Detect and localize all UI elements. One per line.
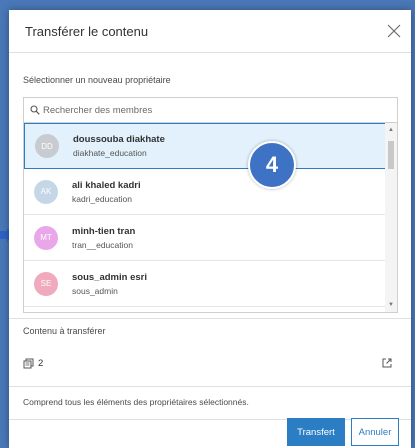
section-divider bbox=[9, 386, 411, 387]
list-scrollbar[interactable]: ▲ ▼ bbox=[385, 123, 397, 312]
section-divider bbox=[9, 318, 411, 319]
member-name: doussouba diakhate bbox=[73, 134, 165, 145]
member-info: sous_admin esri sous_admin bbox=[72, 272, 147, 296]
step-badge: 4 bbox=[248, 141, 296, 189]
member-info: doussouba diakhate diakhate_education bbox=[73, 134, 165, 158]
member-username: diakhate_education bbox=[73, 148, 147, 158]
member-row[interactable]: AK ali khaled kadri kadri_education bbox=[24, 169, 386, 215]
avatar: MT bbox=[34, 225, 58, 250]
cancel-button[interactable]: Annuler bbox=[351, 418, 399, 446]
scroll-thumb[interactable] bbox=[388, 141, 394, 169]
member-name: sous_admin esri bbox=[72, 271, 147, 283]
member-info: ali khaled kadri kadri_education bbox=[72, 180, 141, 204]
close-icon[interactable] bbox=[387, 24, 401, 38]
content-note: Comprend tous les éléments des propriéta… bbox=[23, 397, 249, 407]
dialog-title: Transférer le contenu bbox=[25, 23, 149, 39]
member-row[interactable]: SE sous_admin esri sous_admin bbox=[24, 261, 386, 307]
search-input[interactable] bbox=[43, 104, 383, 116]
avatar: DD bbox=[35, 134, 59, 158]
content-count: 2 bbox=[38, 357, 44, 369]
new-owner-label: Sélectionner un nouveau propriétaire bbox=[23, 75, 171, 85]
transfer-button[interactable]: Transfert bbox=[287, 418, 345, 446]
member-info: minh-tien tran tran__education bbox=[72, 226, 135, 250]
member-username: tran__education bbox=[72, 239, 133, 250]
content-label: Contenu à transférer bbox=[23, 326, 106, 336]
member-name: minh-tien tran bbox=[72, 225, 136, 237]
member-search-box[interactable] bbox=[23, 97, 398, 123]
member-username: sous_admin bbox=[72, 285, 118, 296]
search-icon bbox=[30, 105, 40, 115]
avatar: AK bbox=[34, 179, 58, 204]
open-external-icon[interactable] bbox=[382, 358, 392, 368]
items-stack-icon bbox=[23, 358, 34, 368]
member-row[interactable]: DD doussouba diakhate diakhate_education bbox=[24, 123, 386, 169]
scroll-up-icon[interactable]: ▲ bbox=[388, 127, 394, 133]
member-name: ali khaled kadri bbox=[72, 179, 141, 191]
member-row[interactable]: MT minh-tien tran tran__education bbox=[24, 215, 386, 261]
content-summary: 2 bbox=[23, 350, 398, 376]
transfer-content-dialog: Transférer le contenu Sélectionner un no… bbox=[9, 10, 411, 448]
avatar: SE bbox=[34, 271, 58, 296]
member-username: kadri_education bbox=[72, 193, 133, 204]
scroll-down-icon[interactable]: ▼ bbox=[388, 302, 394, 308]
dialog-header: Transférer le contenu bbox=[9, 10, 411, 53]
member-list: DD doussouba diakhate diakhate_education AK… bbox=[23, 123, 398, 313]
